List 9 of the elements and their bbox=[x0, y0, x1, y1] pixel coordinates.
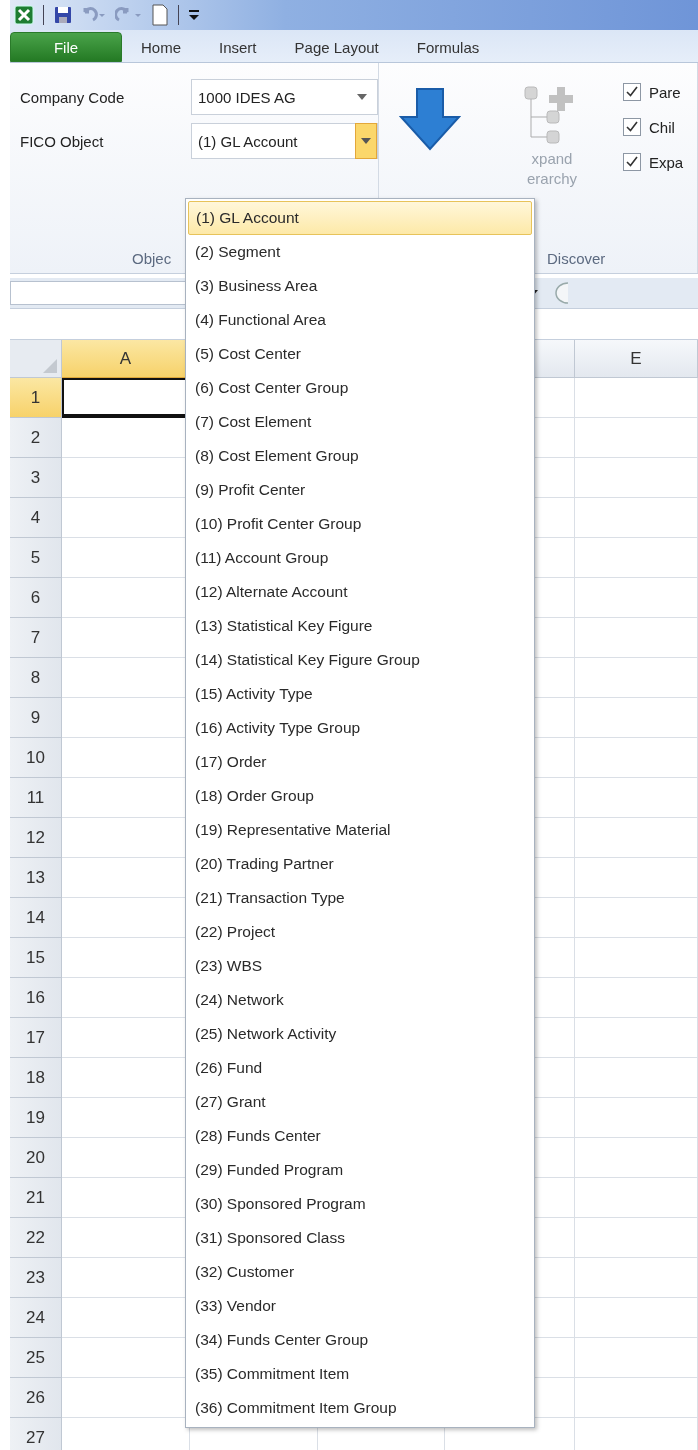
expand-hierarchy-label: xpand bbox=[531, 149, 573, 169]
checkbox-label: Pare bbox=[649, 83, 681, 101]
expand-hierarchy-label: erarchy bbox=[527, 169, 577, 189]
field-label: Company Code bbox=[20, 88, 126, 106]
group-label: Discover bbox=[547, 249, 606, 267]
checkbox-label: Expa bbox=[649, 153, 684, 171]
checkbox-label: Chil bbox=[649, 118, 675, 136]
field-label: FICO Object bbox=[20, 132, 105, 150]
group-label: Objec bbox=[132, 249, 172, 267]
